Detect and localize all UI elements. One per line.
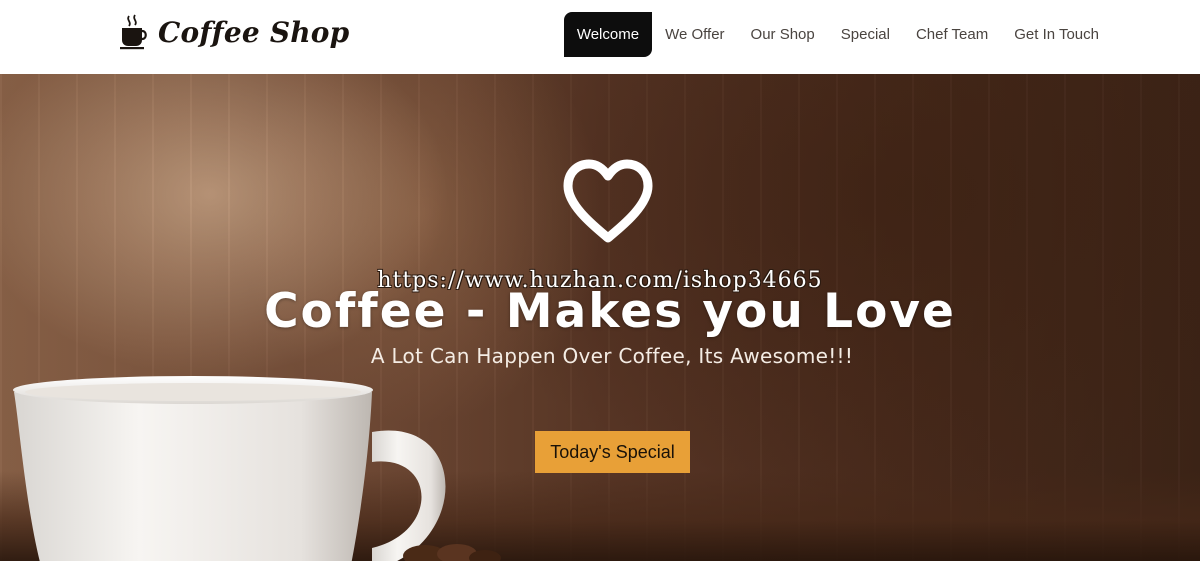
- hero-headline: Coffee - Makes you Love: [264, 284, 956, 339]
- site-header: Coffee Shop Welcome We Offer Our Shop Sp…: [0, 0, 1200, 74]
- coffee-cup-icon: [120, 14, 147, 50]
- brand-logo[interactable]: Coffee Shop: [118, 12, 349, 52]
- heart-icon: [563, 159, 653, 243]
- nav-item-our-shop[interactable]: Our Shop: [738, 12, 828, 57]
- nav-item-special[interactable]: Special: [828, 12, 903, 57]
- nav-item-get-in-touch[interactable]: Get In Touch: [1001, 12, 1112, 57]
- todays-special-button[interactable]: Today's Special: [535, 431, 690, 473]
- nav-item-chef-team[interactable]: Chef Team: [903, 12, 1001, 57]
- hero-subline: A Lot Can Happen Over Coffee, Its Awesom…: [370, 344, 854, 368]
- coffee-beans: [403, 544, 501, 561]
- nav-item-we-offer[interactable]: We Offer: [652, 12, 737, 57]
- nav-item-welcome[interactable]: Welcome: [563, 12, 653, 57]
- coffee-cup-photo: [13, 376, 446, 561]
- hero-banner: https://www.huzhan.com/ishop34665 Coffee…: [0, 74, 1200, 561]
- brand-name: Coffee Shop: [158, 15, 350, 49]
- main-nav: Welcome We Offer Our Shop Special Chef T…: [563, 12, 1112, 57]
